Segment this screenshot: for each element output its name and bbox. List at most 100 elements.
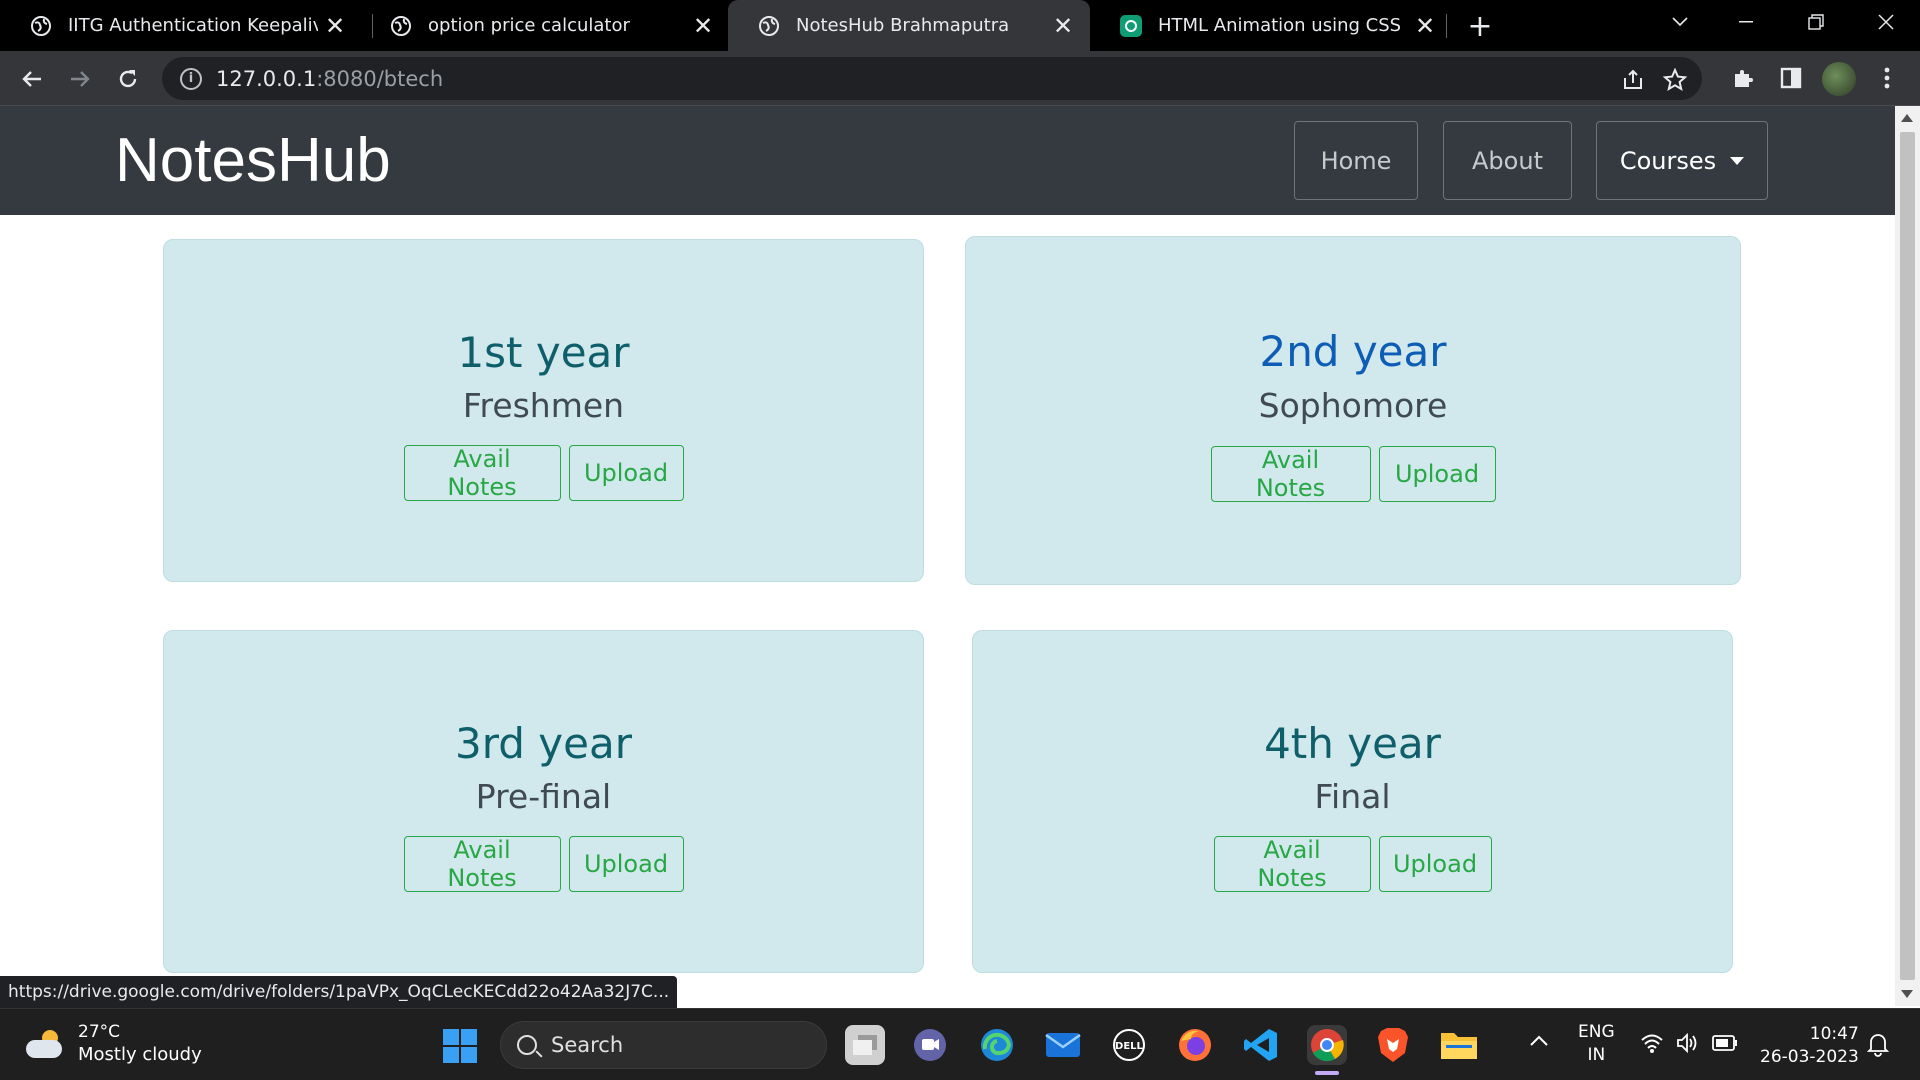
upload-button[interactable]: Upload xyxy=(1378,446,1496,502)
minimize-icon[interactable] xyxy=(1716,0,1776,44)
clock-time: 10:47 xyxy=(1809,1024,1859,1044)
taskbar-search-box[interactable]: Search xyxy=(500,1021,827,1069)
region-code: IN xyxy=(1587,1045,1606,1065)
tab-strip: IITG Authentication Keepalive Wi ✕ optio… xyxy=(0,0,1920,51)
chrome-icon[interactable] xyxy=(1307,1025,1347,1075)
windows-start-icon[interactable] xyxy=(443,1029,477,1063)
brand-logo-text[interactable]: NotesHub xyxy=(115,124,391,198)
card-year-title: 4th year xyxy=(1264,719,1441,768)
weather-desc: Mostly cloudy xyxy=(78,1044,202,1065)
bookmark-star-icon[interactable] xyxy=(1662,67,1688,93)
page-viewport: NotesHub Home About Courses 1st year Fre… xyxy=(0,106,1895,1006)
upload-button[interactable]: Upload xyxy=(568,445,684,501)
svg-text:DELL: DELL xyxy=(1115,1041,1144,1052)
caret-down-icon xyxy=(1730,156,1745,165)
scrollbar-thumb[interactable] xyxy=(1900,132,1915,980)
forward-arrow-icon[interactable] xyxy=(60,59,100,99)
globe-icon xyxy=(30,15,52,37)
card-subtitle: Freshmen xyxy=(462,386,625,425)
tab-search-chevron-icon[interactable] xyxy=(1650,0,1710,44)
nav-about-button[interactable]: About xyxy=(1443,121,1572,200)
tab-option-price[interactable]: option price calculator ✕ xyxy=(360,0,730,51)
language-indicator[interactable]: ENG IN xyxy=(1578,1021,1615,1067)
card-4th-year: 4th year Final Avail Notes Upload xyxy=(972,630,1733,973)
scroll-down-arrow-icon[interactable] xyxy=(1901,990,1913,998)
tab-separator xyxy=(1446,14,1447,38)
close-icon[interactable]: ✕ xyxy=(318,9,352,43)
side-panel-icon[interactable] xyxy=(1774,61,1808,95)
card-year-title: 1st year xyxy=(457,328,630,377)
nav-courses-dropdown[interactable]: Courses xyxy=(1596,121,1768,200)
avail-notes-button[interactable]: Avail Notes xyxy=(403,445,561,501)
avail-notes-button[interactable]: Avail Notes xyxy=(1210,446,1371,502)
close-icon[interactable]: ✕ xyxy=(1046,9,1080,43)
avail-notes-button[interactable]: Avail Notes xyxy=(403,836,561,892)
tab-noteshub[interactable]: NotesHub Brahmaputra ✕ xyxy=(728,0,1090,51)
window-close-icon[interactable] xyxy=(1856,0,1916,44)
nav-home-button[interactable]: Home xyxy=(1294,121,1418,200)
edge-browser-icon[interactable] xyxy=(977,1025,1017,1065)
scroll-up-arrow-icon[interactable] xyxy=(1901,114,1913,122)
firefox-icon[interactable] xyxy=(1175,1025,1215,1065)
wifi-icon[interactable] xyxy=(1640,1033,1664,1060)
weather-widget[interactable]: 27°C Mostly cloudy xyxy=(26,1021,202,1067)
taskbar-search-label: Search xyxy=(551,1033,624,1057)
tab-title: NotesHub Brahmaputra xyxy=(796,15,1010,36)
task-view-icon[interactable] xyxy=(845,1025,885,1065)
upload-button[interactable]: Upload xyxy=(1378,836,1492,892)
site-info-icon[interactable]: i xyxy=(180,67,202,90)
kebab-menu-icon[interactable] xyxy=(1870,61,1904,95)
browser-toolbar: i 127.0.0.1:8080/btech xyxy=(0,51,1920,106)
page-scrollbar[interactable] xyxy=(1895,106,1920,1006)
teams-chat-icon[interactable] xyxy=(910,1025,950,1065)
chatgpt-icon xyxy=(1120,14,1142,37)
globe-icon xyxy=(390,15,412,37)
close-icon[interactable]: ✕ xyxy=(686,9,720,43)
tab-title: option price calculator xyxy=(428,15,630,36)
battery-icon[interactable] xyxy=(1712,1035,1738,1058)
card-actions: Avail Notes Upload xyxy=(164,445,923,501)
tab-title: HTML Animation using CSS xyxy=(1158,15,1402,36)
card-actions: Avail Notes Upload xyxy=(973,836,1732,892)
volume-icon[interactable] xyxy=(1676,1032,1700,1060)
card-subtitle: Final xyxy=(1314,777,1391,816)
card-actions: Avail Notes Upload xyxy=(164,836,923,892)
cloudy-weather-icon xyxy=(26,1030,64,1058)
card-year-title: 3rd year xyxy=(455,719,632,768)
reload-icon[interactable] xyxy=(108,59,148,99)
share-icon[interactable] xyxy=(1620,67,1646,93)
extensions-puzzle-icon[interactable] xyxy=(1726,61,1760,95)
vscode-icon[interactable] xyxy=(1241,1025,1281,1065)
close-icon[interactable]: ✕ xyxy=(1408,9,1442,43)
profile-avatar[interactable] xyxy=(1822,62,1856,96)
address-bar[interactable]: i 127.0.0.1:8080/btech xyxy=(162,57,1702,100)
url-host: 127.0.0.1 xyxy=(216,66,317,91)
tab-title: IITG Authentication Keepalive Wi xyxy=(68,15,318,36)
card-year-title: 2nd year xyxy=(1259,327,1447,376)
tab-html-animation[interactable]: HTML Animation using CSS ✕ xyxy=(1090,0,1452,51)
clock-date: 26-03-2023 xyxy=(1760,1047,1859,1067)
url-path: :8080/btech xyxy=(316,66,444,91)
globe-icon xyxy=(758,15,780,37)
site-navbar: NotesHub Home About Courses xyxy=(0,106,1895,215)
dell-icon[interactable]: DELL xyxy=(1109,1025,1149,1065)
show-hidden-icons-chevron-icon[interactable] xyxy=(1530,1031,1548,1054)
card-actions: Avail Notes Upload xyxy=(966,446,1740,502)
new-tab-button[interactable]: + xyxy=(1462,8,1498,44)
taskbar-clock[interactable]: 10:47 26-03-2023 xyxy=(1760,1023,1859,1069)
mail-icon[interactable] xyxy=(1043,1025,1083,1065)
card-2nd-year: 2nd year Sophomore Avail Notes Upload xyxy=(965,236,1741,585)
windows-taskbar: 27°C Mostly cloudy Search DELL ENG IN 10… xyxy=(0,1008,1920,1080)
brave-browser-icon[interactable] xyxy=(1373,1025,1413,1065)
weather-temp: 27°C xyxy=(78,1022,121,1042)
search-icon xyxy=(517,1035,537,1055)
card-subtitle: Sophomore xyxy=(1258,386,1448,425)
back-arrow-icon[interactable] xyxy=(12,59,52,99)
card-subtitle: Pre-final xyxy=(475,777,612,816)
upload-button[interactable]: Upload xyxy=(568,836,684,892)
notification-bell-icon[interactable] xyxy=(1866,1031,1890,1064)
tab-iitg[interactable]: IITG Authentication Keepalive Wi ✕ xyxy=(0,0,362,51)
restore-icon[interactable] xyxy=(1786,0,1846,44)
avail-notes-button[interactable]: Avail Notes xyxy=(1213,836,1371,892)
file-explorer-icon[interactable] xyxy=(1439,1025,1479,1065)
